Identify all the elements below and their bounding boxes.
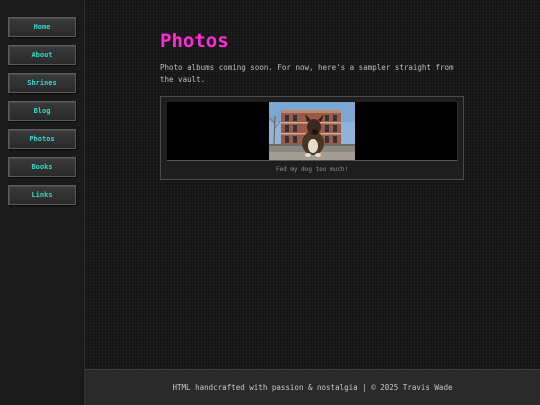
- nav-button-about[interactable]: About: [8, 45, 76, 65]
- photo-album: Fed my dog too much!: [160, 96, 464, 180]
- footer-text: HTML handcrafted with passion & nostalgi…: [172, 383, 453, 392]
- page: Home About Shrines Blog Photos Books Lin…: [0, 0, 540, 405]
- nav-button-shrines[interactable]: Shrines: [8, 73, 76, 93]
- dog-photo-image: [269, 102, 355, 160]
- photo-caption: Fed my dog too much!: [275, 166, 349, 173]
- sidebar-nav: Home About Shrines Blog Photos Books Lin…: [0, 0, 85, 405]
- nav-button-links[interactable]: Links: [8, 185, 76, 205]
- footer: HTML handcrafted with passion & nostalgi…: [85, 369, 540, 405]
- nav-button-books[interactable]: Books: [8, 157, 76, 177]
- dog-photo[interactable]: [269, 102, 355, 160]
- page-title: Photos: [160, 30, 229, 52]
- nav-button-photos[interactable]: Photos: [8, 129, 76, 149]
- photo-frame: [167, 102, 458, 161]
- nav-button-home[interactable]: Home: [8, 17, 76, 37]
- intro-text: Photo albums coming soon. For now, here'…: [160, 63, 454, 84]
- nav-button-blog[interactable]: Blog: [8, 101, 76, 121]
